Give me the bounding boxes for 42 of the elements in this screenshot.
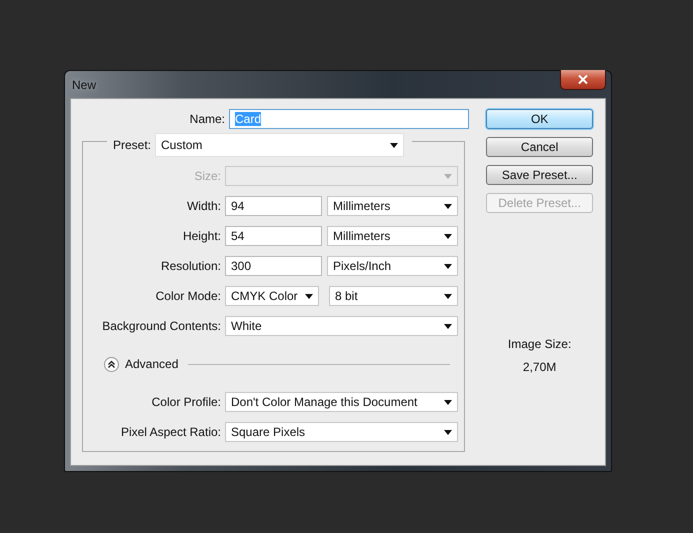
input-field[interactable]: 54 [225,226,322,246]
close-icon [578,75,588,84]
dropdown[interactable]: CMYK Color [225,286,319,306]
field-label: Name: [188,112,226,126]
dialog-button[interactable]: Cancel [486,137,593,157]
dialog-button[interactable]: OK [486,109,593,129]
field-label: Color Mode: [154,289,222,303]
dropdown[interactable]: Millimeters [327,196,458,216]
dropdown[interactable]: 8 bit [329,286,458,306]
dropdown[interactable]: Square Pixels [225,422,458,442]
field-label: Resolution: [160,259,222,273]
field-label: Pixel Aspect Ratio: [120,425,222,439]
input-field[interactable]: 300 [225,256,322,276]
field-label: Preset: [113,138,152,152]
dropdown[interactable]: Millimeters [327,226,458,246]
caret-icon [444,204,452,208]
image-size-value: 2,70M [522,360,558,374]
dropdown[interactable]: Don't Color Manage this Document [225,392,458,412]
dialog-button[interactable]: Save Preset... [486,165,593,185]
close-button[interactable] [560,70,606,90]
caret-icon [444,174,452,178]
collapse-icon[interactable] [104,356,119,372]
dropdown[interactable]: White [225,316,458,336]
caret-icon [444,430,452,434]
window-title: New [71,78,96,92]
caret-icon [444,400,452,404]
field-label: Size: [193,169,222,183]
image-size-label: Image Size: [506,337,572,351]
caret-icon [444,264,452,268]
input-field[interactable]: 94 [225,196,322,216]
dropdown[interactable]: Pixels/Inch [327,256,458,276]
field-label: Background Contents: [101,319,222,333]
caret-icon [444,234,452,238]
caret-icon [444,294,452,298]
field-label: Height: [182,229,222,243]
field-label: Color Profile: [150,395,222,409]
field-label: Width: [186,199,222,213]
caret-icon [444,324,452,328]
section-label: Advanced [125,357,178,371]
preset-dropdown[interactable]: Custom [155,133,404,157]
caret-icon [305,294,313,298]
caret-icon [390,142,398,148]
